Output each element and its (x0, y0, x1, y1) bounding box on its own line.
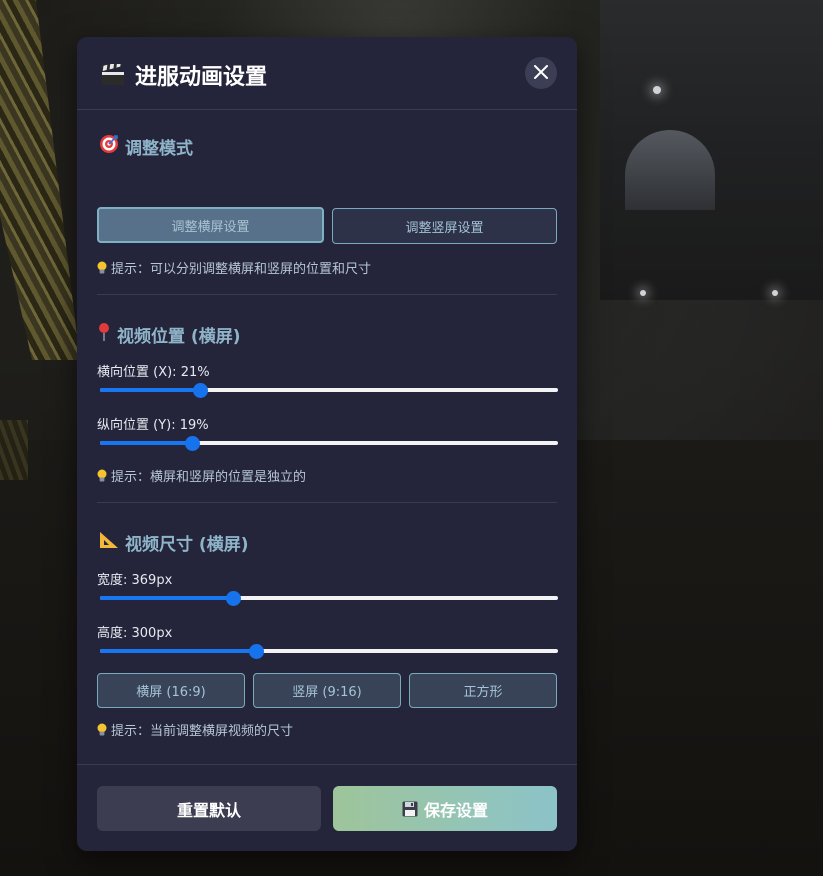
slider-thumb[interactable] (184, 436, 200, 451)
preset-square-button[interactable]: 正方形 (409, 673, 557, 708)
slider-fill (100, 596, 233, 600)
divider (97, 294, 557, 295)
position-hint: 提示：横屏和竖屏的位置是独立的 (97, 466, 306, 485)
background-arch (625, 130, 715, 210)
background-tree (0, 0, 80, 360)
lightbulb-icon (97, 261, 107, 275)
background-light (772, 290, 778, 296)
position-section-title: 视频位置 (横屏) (97, 322, 240, 347)
position-section-title-text: 视频位置 (横屏) (117, 327, 241, 347)
preset-portrait-button[interactable]: 竖屏 (9:16) (253, 673, 401, 708)
x-position-slider[interactable] (100, 381, 558, 399)
modal-footer: 重置默认 保存设置 (77, 764, 577, 851)
slider-fill (100, 441, 192, 445)
y-position-label: 纵向位置 (Y): 19% (97, 418, 209, 433)
slider-thumb[interactable] (248, 644, 264, 659)
size-hint: 提示：当前调整横屏视频的尺寸 (97, 720, 293, 739)
close-button[interactable] (525, 57, 557, 89)
animation-settings-modal: 进服动画设置 调整模式 调整横屏设置 调整竖屏设置 提示：可以分别调整横屏和竖屏… (77, 37, 577, 851)
lightbulb-icon (97, 723, 107, 737)
size-hint-text: 提示：当前调整横屏视频的尺寸 (111, 724, 294, 739)
height-label: 高度: 300px (97, 626, 173, 641)
size-section-title: 视频尺寸 (横屏) (99, 530, 248, 555)
slider-fill (100, 388, 200, 392)
save-settings-label: 保存设置 (423, 800, 488, 820)
pushpin-icon (97, 322, 111, 347)
lightbulb-icon (97, 469, 107, 483)
slider-fill (100, 649, 256, 653)
width-slider[interactable] (100, 589, 558, 607)
background-tree-base (0, 420, 28, 480)
preset-landscape-button[interactable]: 横屏 (16:9) (97, 673, 245, 708)
mode-section-title: 调整模式 (99, 134, 193, 159)
width-label: 宽度: 369px (97, 573, 173, 588)
y-position-slider[interactable] (100, 434, 558, 452)
triangle-ruler-icon (99, 531, 119, 554)
modal-header: 进服动画设置 (77, 37, 577, 110)
save-settings-button[interactable]: 保存设置 (333, 786, 557, 831)
slider-thumb[interactable] (225, 591, 241, 606)
height-slider[interactable] (100, 642, 558, 660)
reset-default-button[interactable]: 重置默认 (97, 786, 321, 831)
close-icon (534, 64, 548, 83)
modal-title: 进服动画设置 (100, 59, 268, 91)
mode-hint: 提示：可以分别调整横屏和竖屏的位置和尺寸 (97, 258, 371, 277)
adjust-landscape-button[interactable]: 调整横屏设置 (97, 207, 324, 243)
x-position-label: 横向位置 (X): 21% (97, 365, 210, 380)
slider-thumb[interactable] (192, 383, 208, 398)
background-light (640, 290, 646, 296)
position-hint-text: 提示：横屏和竖屏的位置是独立的 (111, 470, 307, 485)
target-icon (99, 134, 119, 159)
floppy-disk-icon (402, 801, 418, 817)
mode-hint-text: 提示：可以分别调整横屏和竖屏的位置和尺寸 (111, 262, 372, 277)
modal-title-text: 进服动画设置 (135, 65, 268, 90)
clapperboard-icon (100, 61, 125, 86)
size-section-title-text: 视频尺寸 (横屏) (125, 535, 249, 555)
adjust-portrait-button[interactable]: 调整竖屏设置 (332, 208, 557, 244)
background-light (653, 86, 661, 94)
divider (97, 502, 557, 503)
mode-section-title-text: 调整模式 (125, 139, 193, 159)
